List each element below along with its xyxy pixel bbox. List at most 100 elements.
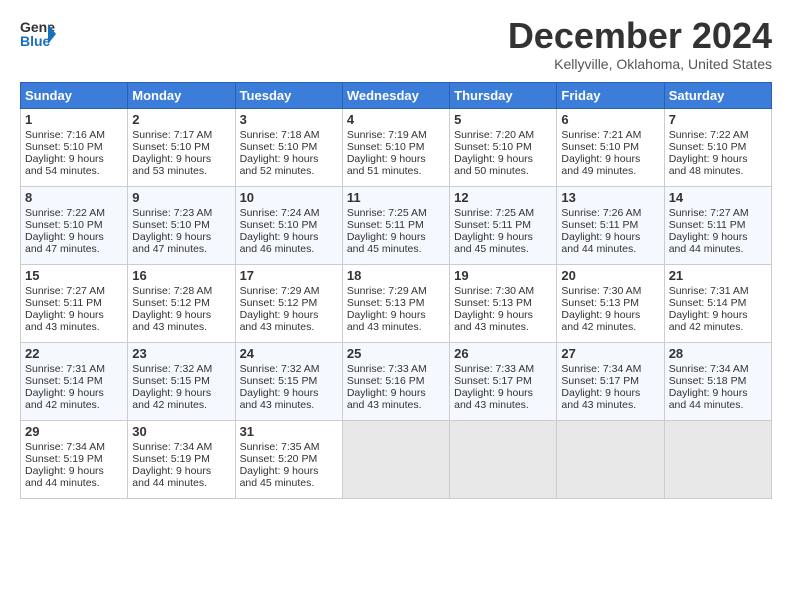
daylight-minutes: and 42 minutes. [669, 321, 744, 333]
sunset: Sunset: 5:12 PM [240, 297, 318, 309]
col-thursday: Thursday [450, 82, 557, 108]
sunrise: Sunrise: 7:34 AM [25, 441, 105, 453]
calendar-cell: 14Sunrise: 7:27 AMSunset: 5:11 PMDayligh… [664, 186, 771, 264]
sunset: Sunset: 5:10 PM [240, 219, 318, 231]
sunrise: Sunrise: 7:20 AM [454, 129, 534, 141]
daylight-minutes: and 45 minutes. [347, 243, 422, 255]
calendar-cell [557, 420, 664, 498]
day-number: 18 [347, 268, 445, 283]
sunset: Sunset: 5:11 PM [454, 219, 531, 231]
sunrise: Sunrise: 7:27 AM [25, 285, 105, 297]
day-number: 27 [561, 346, 659, 361]
daylight-minutes: and 45 minutes. [454, 243, 529, 255]
sunrise: Sunrise: 7:32 AM [132, 363, 212, 375]
sunrise: Sunrise: 7:33 AM [347, 363, 427, 375]
calendar-cell: 19Sunrise: 7:30 AMSunset: 5:13 PMDayligh… [450, 264, 557, 342]
day-number: 1 [25, 112, 123, 127]
daylight-minutes: and 44 minutes. [561, 243, 636, 255]
sunrise: Sunrise: 7:22 AM [25, 207, 105, 219]
daylight-hours: Daylight: 9 hours [25, 387, 104, 399]
header: General Blue December 2024 Kellyville, O… [20, 16, 772, 72]
daylight-hours: Daylight: 9 hours [454, 387, 533, 399]
daylight-minutes: and 44 minutes. [25, 477, 100, 489]
sunset: Sunset: 5:11 PM [561, 219, 638, 231]
day-number: 25 [347, 346, 445, 361]
daylight-minutes: and 54 minutes. [25, 165, 100, 177]
sunset: Sunset: 5:19 PM [25, 453, 103, 465]
sunrise: Sunrise: 7:19 AM [347, 129, 427, 141]
sunrise: Sunrise: 7:33 AM [454, 363, 534, 375]
daylight-hours: Daylight: 9 hours [454, 231, 533, 243]
day-number: 11 [347, 190, 445, 205]
sunrise: Sunrise: 7:25 AM [454, 207, 534, 219]
daylight-hours: Daylight: 9 hours [454, 309, 533, 321]
daylight-hours: Daylight: 9 hours [561, 153, 640, 165]
calendar-cell: 9Sunrise: 7:23 AMSunset: 5:10 PMDaylight… [128, 186, 235, 264]
calendar-week-3: 22Sunrise: 7:31 AMSunset: 5:14 PMDayligh… [21, 342, 772, 420]
day-number: 22 [25, 346, 123, 361]
sunrise: Sunrise: 7:29 AM [240, 285, 320, 297]
daylight-minutes: and 51 minutes. [347, 165, 422, 177]
day-number: 29 [25, 424, 123, 439]
day-number: 3 [240, 112, 338, 127]
daylight-minutes: and 44 minutes. [669, 243, 744, 255]
calendar-cell: 17Sunrise: 7:29 AMSunset: 5:12 PMDayligh… [235, 264, 342, 342]
sunset: Sunset: 5:11 PM [347, 219, 424, 231]
daylight-hours: Daylight: 9 hours [561, 309, 640, 321]
calendar-cell: 12Sunrise: 7:25 AMSunset: 5:11 PMDayligh… [450, 186, 557, 264]
day-number: 4 [347, 112, 445, 127]
sunrise: Sunrise: 7:34 AM [669, 363, 749, 375]
sunrise: Sunrise: 7:30 AM [454, 285, 534, 297]
daylight-minutes: and 42 minutes. [132, 399, 207, 411]
day-number: 23 [132, 346, 230, 361]
col-saturday: Saturday [664, 82, 771, 108]
sunrise: Sunrise: 7:35 AM [240, 441, 320, 453]
sunrise: Sunrise: 7:16 AM [25, 129, 105, 141]
daylight-hours: Daylight: 9 hours [347, 309, 426, 321]
daylight-hours: Daylight: 9 hours [669, 387, 748, 399]
daylight-minutes: and 43 minutes. [240, 321, 315, 333]
calendar-week-4: 29Sunrise: 7:34 AMSunset: 5:19 PMDayligh… [21, 420, 772, 498]
daylight-hours: Daylight: 9 hours [240, 153, 319, 165]
day-number: 19 [454, 268, 552, 283]
daylight-hours: Daylight: 9 hours [669, 231, 748, 243]
daylight-minutes: and 43 minutes. [454, 321, 529, 333]
sunset: Sunset: 5:18 PM [669, 375, 747, 387]
daylight-hours: Daylight: 9 hours [132, 309, 211, 321]
sunrise: Sunrise: 7:21 AM [561, 129, 641, 141]
sunset: Sunset: 5:10 PM [454, 141, 532, 153]
day-number: 26 [454, 346, 552, 361]
daylight-hours: Daylight: 9 hours [25, 153, 104, 165]
day-number: 17 [240, 268, 338, 283]
calendar-cell: 20Sunrise: 7:30 AMSunset: 5:13 PMDayligh… [557, 264, 664, 342]
calendar-cell: 13Sunrise: 7:26 AMSunset: 5:11 PMDayligh… [557, 186, 664, 264]
daylight-minutes: and 43 minutes. [132, 321, 207, 333]
daylight-hours: Daylight: 9 hours [454, 153, 533, 165]
day-number: 10 [240, 190, 338, 205]
daylight-minutes: and 43 minutes. [347, 399, 422, 411]
day-number: 5 [454, 112, 552, 127]
calendar-cell: 5 Sunrise: 7:20 AMSunset: 5:10 PMDaylight… [450, 108, 557, 186]
calendar-cell: 21Sunrise: 7:31 AMSunset: 5:14 PMDayligh… [664, 264, 771, 342]
daylight-minutes: and 44 minutes. [132, 477, 207, 489]
title-block: December 2024 Kellyville, Oklahoma, Unit… [508, 16, 772, 72]
day-number: 9 [132, 190, 230, 205]
calendar-cell: 16Sunrise: 7:28 AMSunset: 5:12 PMDayligh… [128, 264, 235, 342]
calendar-cell: 23Sunrise: 7:32 AMSunset: 5:15 PMDayligh… [128, 342, 235, 420]
calendar-cell: 25Sunrise: 7:33 AMSunset: 5:16 PMDayligh… [342, 342, 449, 420]
daylight-hours: Daylight: 9 hours [25, 465, 104, 477]
sunset: Sunset: 5:15 PM [132, 375, 210, 387]
logo-icon: General Blue [20, 16, 56, 52]
calendar-cell: 15Sunrise: 7:27 AMSunset: 5:11 PMDayligh… [21, 264, 128, 342]
calendar-cell: 11Sunrise: 7:25 AMSunset: 5:11 PMDayligh… [342, 186, 449, 264]
daylight-minutes: and 53 minutes. [132, 165, 207, 177]
daylight-hours: Daylight: 9 hours [132, 465, 211, 477]
daylight-hours: Daylight: 9 hours [347, 153, 426, 165]
svg-text:Blue: Blue [20, 33, 51, 49]
day-number: 28 [669, 346, 767, 361]
sunset: Sunset: 5:13 PM [347, 297, 425, 309]
sunrise: Sunrise: 7:34 AM [561, 363, 641, 375]
day-number: 16 [132, 268, 230, 283]
day-number: 21 [669, 268, 767, 283]
sunrise: Sunrise: 7:29 AM [347, 285, 427, 297]
